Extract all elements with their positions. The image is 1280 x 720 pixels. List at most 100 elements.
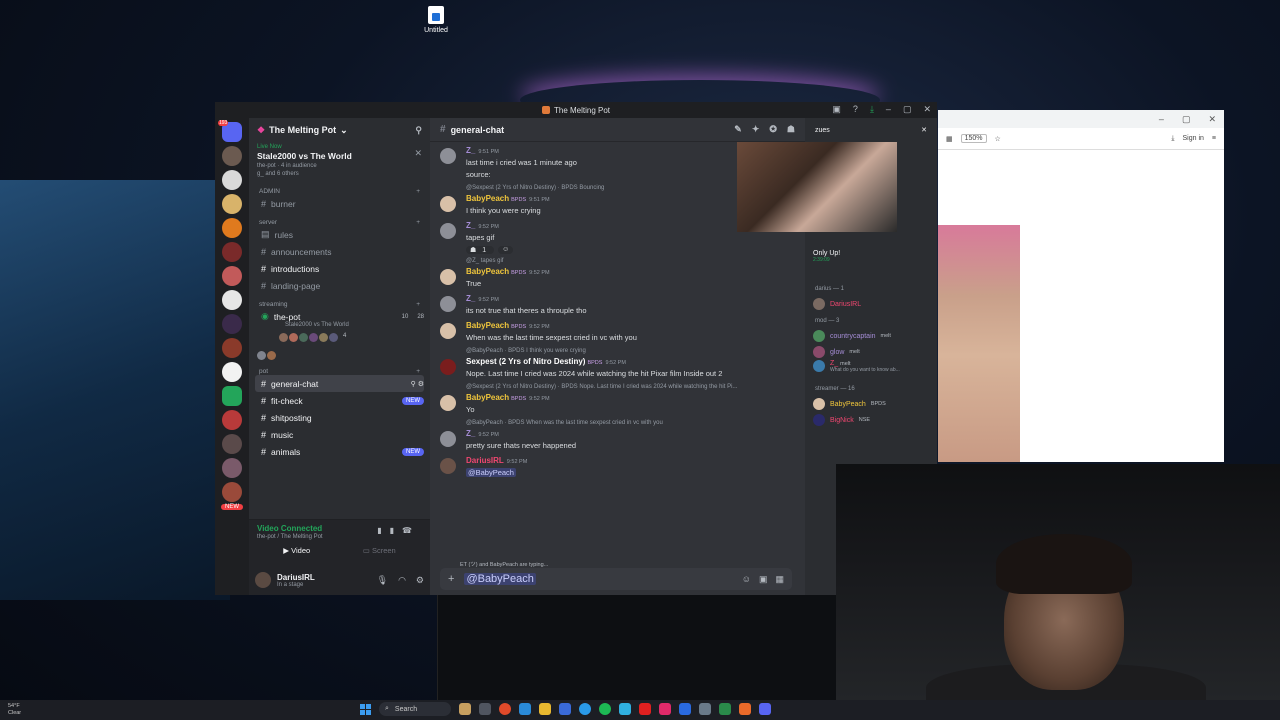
desktop-file-icon[interactable]: Untitled [420, 6, 452, 34]
avatar[interactable] [440, 196, 456, 212]
chat-message[interactable]: @BabyPeach · BPDS When was the last time… [430, 420, 805, 452]
app-icon[interactable] [619, 703, 631, 715]
avatar[interactable] [440, 395, 456, 411]
browser-window[interactable]: – ▢ ✕ ▦ 150% ☆ ⤓ Sign in ≡ [938, 110, 1224, 462]
maximize-icon[interactable]: ▢ [903, 104, 912, 115]
minimize-icon[interactable]: – [1159, 114, 1164, 124]
spotify-icon[interactable] [599, 703, 611, 715]
member-item[interactable]: BabyPeach BPDS [805, 396, 937, 412]
server-icon[interactable] [222, 290, 242, 310]
headphones-icon[interactable]: ◠ [398, 575, 406, 586]
inbox-icon[interactable]: ▣ [832, 104, 841, 115]
category-server[interactable]: server + [249, 212, 430, 226]
avatar[interactable] [440, 269, 456, 285]
bookmark-star-icon[interactable]: ☆ [995, 135, 1001, 143]
avatar[interactable] [440, 359, 456, 375]
server-header[interactable]: ❖ The Melting Pot ⌄ ⚲ [249, 118, 430, 142]
server-icon[interactable] [222, 242, 242, 262]
help-icon[interactable]: ? [853, 104, 858, 115]
channel-shitposting[interactable]: # shitposting [255, 409, 424, 426]
member-item[interactable]: countrycaptain melt [805, 328, 937, 344]
chat-message[interactable]: @Sexpest (2 Yrs of Nitro Destiny) · BPDS… [430, 384, 805, 416]
reply-reference[interactable]: @Sexpest (2 Yrs of Nitro Destiny) · BPDS… [466, 384, 805, 393]
direct-messages-icon[interactable]: 193 [218, 120, 242, 142]
threads-icon[interactable]: ✎ [734, 124, 742, 135]
server-icon[interactable] [222, 266, 242, 286]
close-icon[interactable]: ✕ [1208, 114, 1216, 124]
avatar[interactable] [440, 296, 456, 312]
minimize-icon[interactable]: – [886, 104, 891, 115]
category-pot[interactable]: pot + [249, 361, 430, 375]
channel-fit-check[interactable]: # fit-check NEW [255, 392, 424, 409]
server-icon[interactable] [222, 434, 242, 454]
app-icon[interactable] [659, 703, 671, 715]
activity-card[interactable]: Only Up! 2:39:09 [805, 250, 937, 280]
chat-message[interactable]: Z_ 9:52 PM its not true that theres a thro… [430, 294, 805, 317]
message-author[interactable]: Z_ [466, 221, 475, 230]
member-item[interactable]: DariusIRL [805, 296, 937, 312]
message-author[interactable]: BabyPeach [466, 321, 509, 330]
avatar[interactable] [440, 323, 456, 339]
download-icon[interactable]: ⤓ [870, 104, 874, 115]
taskbar-search[interactable]: ⌕ Search [379, 702, 451, 716]
app-icon[interactable] [699, 703, 711, 715]
server-icon[interactable] [222, 194, 242, 214]
channel-burner[interactable]: # burner [255, 195, 424, 212]
chat-message[interactable]: BabyPeach BPDS 9:52 PM When was the last ti… [430, 321, 805, 344]
server-icon[interactable] [222, 410, 242, 430]
avatar[interactable] [440, 458, 456, 474]
server-icon[interactable] [222, 458, 242, 478]
message-author[interactable]: Z_ [466, 429, 475, 438]
message-author[interactable]: DariusIRL [466, 456, 504, 465]
server-icon[interactable] [222, 314, 242, 334]
stream-preview[interactable] [737, 142, 897, 232]
add-channel-icon[interactable]: + [416, 188, 420, 195]
message-author[interactable]: BabyPeach [466, 267, 509, 276]
microphone-icon[interactable]: 🎙 [377, 575, 388, 586]
stage-audience[interactable]: 4 [249, 331, 430, 343]
category-admin[interactable]: ADMIN + [249, 181, 430, 195]
channel-settings-icons[interactable]: ⚲ ⚙ [411, 380, 424, 388]
chat-message[interactable]: DariusIRL 9:52 PM @BabyPeach [430, 456, 805, 479]
attach-plus-icon[interactable]: + [448, 573, 454, 585]
channel-music[interactable]: # music [255, 426, 424, 443]
zoom-level[interactable]: 150% [960, 134, 987, 143]
gear-icon[interactable]: ⚙ [416, 575, 424, 586]
server-icon[interactable] [222, 170, 242, 190]
message-input-text[interactable]: @BabyPeach [464, 573, 536, 585]
extensions-icon[interactable]: ▦ [946, 135, 953, 143]
app-icon[interactable] [679, 703, 691, 715]
browser-app-icon[interactable] [519, 703, 531, 715]
gif-icon[interactable]: ▣ [759, 574, 768, 585]
message-author[interactable]: Z_ [466, 146, 475, 155]
server-icon[interactable] [222, 218, 242, 238]
member-list-icon[interactable]: ☗ [787, 124, 795, 135]
avatar[interactable] [440, 148, 456, 164]
discord-icon[interactable] [759, 703, 771, 715]
weather-widget[interactable]: 54°F Clear [8, 703, 21, 717]
browser-app-icon[interactable] [499, 703, 511, 715]
sign-in-button[interactable]: Sign in [1183, 135, 1204, 142]
message-input[interactable]: + @BabyPeach ☺ ▣ ▦ [440, 568, 792, 590]
app-icon[interactable] [559, 703, 571, 715]
server-icon[interactable] [222, 146, 242, 166]
emoji-icon[interactable]: ☺ [742, 574, 751, 585]
add-channel-icon[interactable]: + [416, 368, 420, 375]
download-icon[interactable]: ⤓ [1171, 135, 1174, 143]
maximize-icon[interactable]: ▢ [1182, 114, 1191, 124]
gift-icon[interactable]: ▦ [775, 574, 784, 585]
add-member-icon[interactable]: ⚲ [415, 125, 422, 136]
notifications-icon[interactable]: ✦ [752, 124, 760, 135]
channel-general-chat[interactable]: # general-chat ⚲ ⚙ [255, 375, 424, 392]
voice-controls[interactable]: ▮▮☎ [377, 526, 420, 535]
close-icon[interactable]: ✕ [921, 126, 927, 134]
channel-landing-page[interactable]: # landing-page [255, 277, 424, 294]
channel-introductions[interactable]: # introductions [255, 260, 424, 277]
server-icon[interactable] [222, 386, 242, 406]
app-icon[interactable] [579, 703, 591, 715]
reply-reference[interactable]: @BabyPeach · BPDS I think you were cryin… [466, 348, 805, 357]
avatar[interactable] [440, 223, 456, 239]
add-reaction-icon[interactable]: ☺ [498, 246, 514, 254]
channel-rules[interactable]: ▤ rules [255, 226, 424, 243]
channel-animals[interactable]: # animals NEW [255, 443, 424, 460]
